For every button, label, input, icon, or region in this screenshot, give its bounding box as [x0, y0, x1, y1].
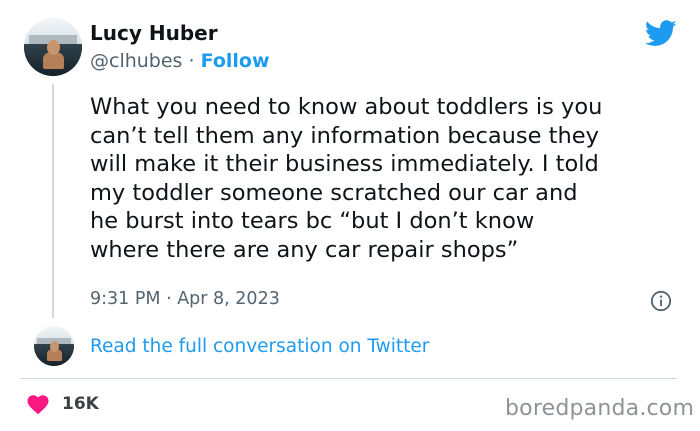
- conversation-avatar[interactable]: [34, 326, 74, 366]
- tweet-timestamp[interactable]: 9:31 PM · Apr 8, 2023: [90, 289, 280, 309]
- read-conversation-link[interactable]: Read the full conversation on Twitter: [90, 336, 429, 357]
- avatar-figure-head: [50, 341, 59, 352]
- tweet-text: What you need to know about toddlers is …: [90, 94, 603, 263]
- footer-divider: [20, 378, 677, 379]
- follow-button[interactable]: Follow: [201, 50, 270, 72]
- info-icon[interactable]: [650, 290, 672, 312]
- thread-connector-line: [52, 84, 54, 318]
- avatar-figure-head: [47, 40, 60, 56]
- author-handle-row: @clhubes · Follow: [90, 50, 270, 72]
- author-name[interactable]: Lucy Huber: [90, 21, 218, 45]
- like-count[interactable]: 16K: [62, 394, 99, 414]
- heart-icon[interactable]: [26, 393, 50, 415]
- site-watermark: boredpanda.com: [505, 396, 695, 421]
- author-handle[interactable]: @clhubes: [90, 50, 182, 72]
- author-avatar[interactable]: [24, 18, 82, 76]
- twitter-bird-icon[interactable]: [645, 20, 677, 47]
- handle-separator: ·: [188, 50, 195, 72]
